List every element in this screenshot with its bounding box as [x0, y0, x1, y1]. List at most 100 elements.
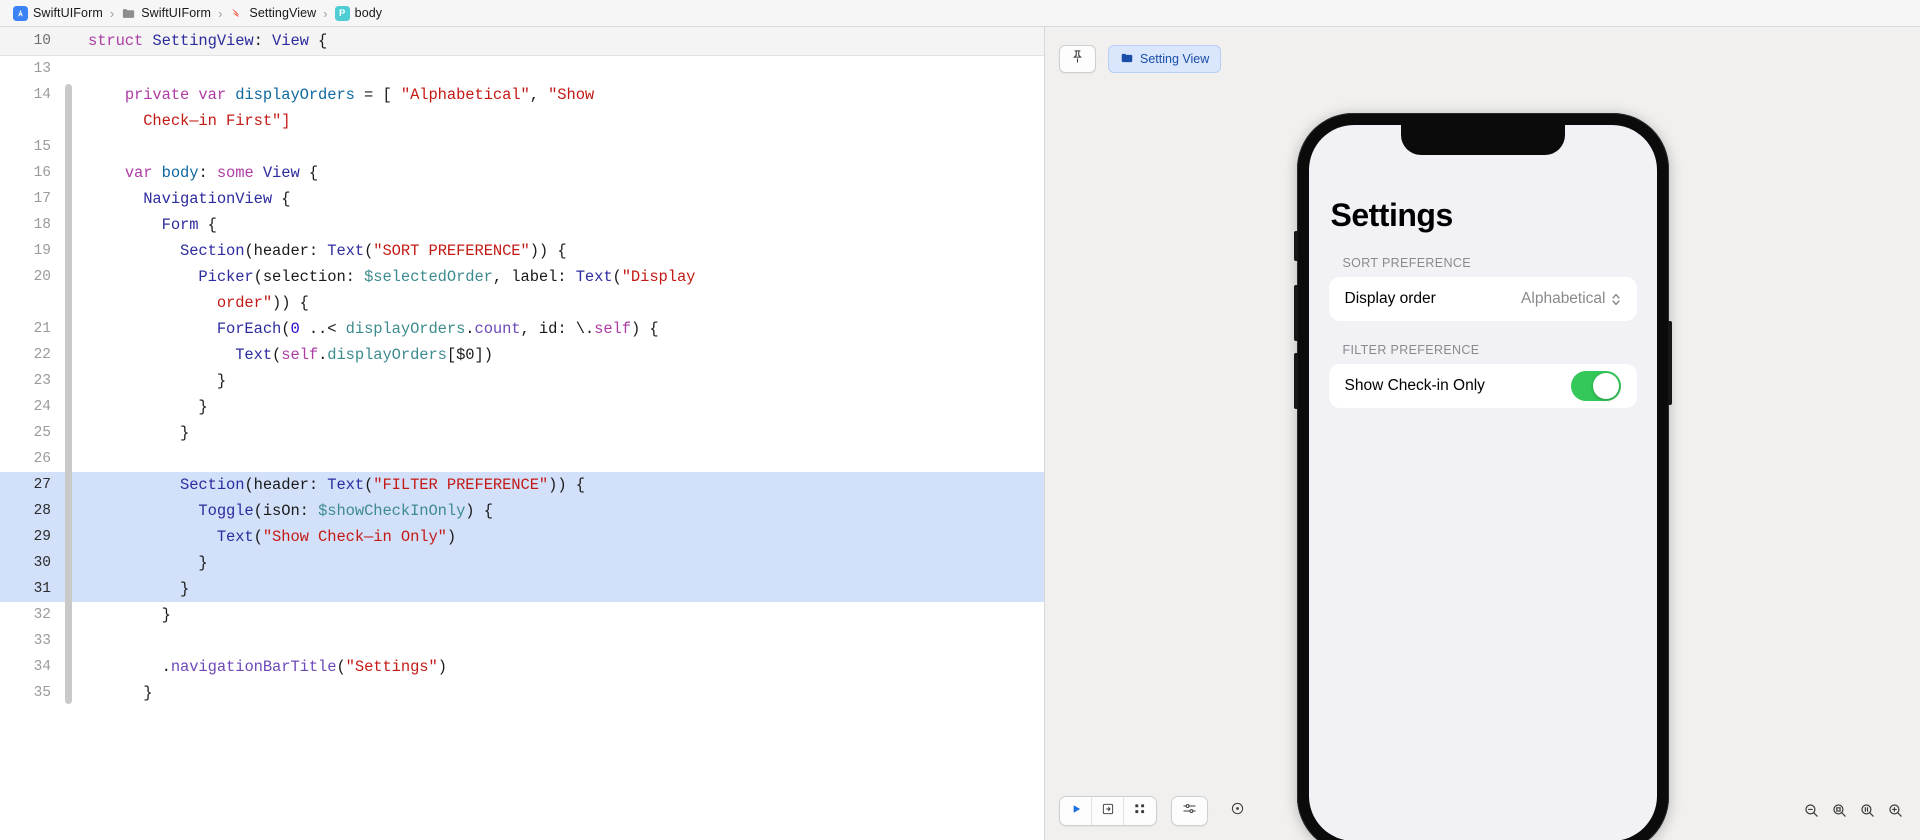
line-number[interactable]: 23 [0, 368, 62, 394]
line-number[interactable]: 14 [0, 82, 62, 108]
code-line[interactable]: 24 } [0, 393, 1044, 421]
zoom-100-button[interactable] [1859, 802, 1876, 824]
code-line[interactable]: 21 ForEach(0 ..< displayOrders.count, id… [0, 315, 1044, 343]
fold-ribbon[interactable] [62, 523, 75, 551]
fold-ribbon[interactable] [62, 601, 75, 629]
line-number[interactable]: 26 [0, 446, 62, 472]
zoom-in-button[interactable] [1887, 802, 1904, 824]
code-line[interactable]: 22 Text(self.displayOrders[$0]) [0, 341, 1044, 369]
line-number[interactable]: 21 [0, 316, 62, 342]
breadcrumb-item-file[interactable]: SettingView [227, 6, 318, 21]
fold-ribbon[interactable] [62, 471, 75, 499]
fold-ribbon[interactable] [62, 263, 75, 291]
fold-ribbon[interactable] [62, 393, 75, 421]
fold-ribbon[interactable] [62, 679, 75, 706]
line-number[interactable]: 32 [0, 602, 62, 628]
line-number[interactable]: 16 [0, 160, 62, 186]
code-line[interactable]: 19 Section(header: Text("SORT PREFERENCE… [0, 237, 1044, 265]
code-line[interactable]: 32 } [0, 601, 1044, 629]
line-number[interactable]: 31 [0, 576, 62, 602]
code-line[interactable]: 14 private var displayOrders = [ "Alphab… [0, 82, 1044, 109]
code-line[interactable]: 28 Toggle(isOn: $showCheckInOnly) { [0, 497, 1044, 525]
line-number[interactable]: 24 [0, 394, 62, 420]
line-number[interactable]: 29 [0, 524, 62, 550]
breadcrumb-item-project[interactable]: SwiftUIForm [11, 5, 105, 21]
toggle-switch[interactable] [1570, 371, 1621, 401]
line-number[interactable] [0, 108, 62, 134]
code-line[interactable]: 15 [0, 133, 1044, 161]
fold-ribbon[interactable] [62, 159, 75, 187]
fold-ribbon[interactable] [62, 497, 75, 525]
fold-ribbon[interactable] [62, 575, 75, 603]
live-preview-button[interactable] [1092, 797, 1124, 825]
breadcrumb-item-folder[interactable]: SwiftUIForm [119, 6, 213, 21]
code-line[interactable]: 13 [0, 56, 1044, 82]
pin-preview-button[interactable] [1059, 45, 1096, 73]
code-line[interactable]: 20 Picker(selection: $selectedOrder, lab… [0, 263, 1044, 291]
breadcrumb-item-symbol[interactable]: P body [333, 5, 385, 21]
fold-ribbon[interactable] [62, 341, 75, 369]
line-number[interactable]: 18 [0, 212, 62, 238]
fold-ribbon[interactable] [62, 133, 75, 161]
line-number[interactable]: 27 [0, 472, 62, 498]
play-preview-button[interactable] [1060, 797, 1092, 825]
fold-ribbon[interactable] [62, 237, 75, 265]
source-editor[interactable]: 10 struct SettingView: View { 13 14 priva… [0, 27, 1044, 840]
fold-ribbon[interactable] [62, 82, 75, 109]
code-line[interactable]: 17 NavigationView { [0, 185, 1044, 213]
preview-canvas[interactable]: Setting View Settings SORT PREFERENCE Di… [1045, 27, 1920, 840]
fold-ribbon[interactable] [62, 367, 75, 395]
line-number[interactable]: 30 [0, 550, 62, 576]
preview-variants-button[interactable] [1124, 797, 1156, 825]
code-line[interactable]: 33 [0, 627, 1044, 655]
line-number[interactable]: 15 [0, 134, 62, 160]
code-line[interactable]: 29 Text("Show Check—in Only") [0, 523, 1044, 551]
code-line[interactable]: Check—in First"] [0, 107, 1044, 135]
fold-ribbon[interactable] [62, 289, 75, 317]
zoom-out-button[interactable] [1803, 802, 1820, 824]
fold-ribbon[interactable] [62, 653, 75, 681]
line-number[interactable]: 22 [0, 342, 62, 368]
code-line[interactable]: 35 } [0, 679, 1044, 706]
code-line[interactable]: 18 Form { [0, 211, 1044, 239]
fold-ribbon[interactable] [62, 549, 75, 577]
line-number[interactable]: 13 [0, 56, 62, 82]
line-number[interactable]: 17 [0, 186, 62, 212]
zoom-fit-button[interactable] [1831, 802, 1848, 824]
line-number[interactable]: 20 [0, 264, 62, 290]
code-line[interactable]: 25 } [0, 419, 1044, 447]
line-number[interactable]: 19 [0, 238, 62, 264]
fold-ribbon[interactable] [62, 107, 75, 135]
code-line[interactable]: 34 .navigationBarTitle("Settings") [0, 653, 1044, 681]
fold-ribbon[interactable] [62, 185, 75, 213]
code-line[interactable]: 31 } [0, 575, 1044, 603]
fold-ribbon[interactable] [62, 211, 75, 239]
line-number[interactable]: 28 [0, 498, 62, 524]
fold-ribbon[interactable] [62, 56, 75, 82]
code-line[interactable]: 30 } [0, 549, 1044, 577]
preview-name-chip[interactable]: Setting View [1108, 45, 1222, 73]
fold-ribbon[interactable] [62, 315, 75, 343]
row-show-checkin-only[interactable]: Show Check-in Only [1329, 364, 1637, 408]
fold-ribbon[interactable] [62, 627, 75, 655]
fold-ribbon[interactable] [62, 419, 75, 447]
code-line[interactable]: order")) { [0, 289, 1044, 317]
device-preview[interactable]: Settings SORT PREFERENCE Display order A… [1293, 113, 1672, 840]
inspect-button[interactable] [1222, 796, 1252, 826]
code-lines[interactable]: 13 14 private var displayOrders = [ "Alph… [0, 56, 1044, 840]
fold-ribbon[interactable] [62, 445, 75, 473]
line-number[interactable]: 25 [0, 420, 62, 446]
code-line[interactable]: 23 } [0, 367, 1044, 395]
device-settings-button[interactable] [1171, 796, 1208, 826]
code-line[interactable]: 26 [0, 445, 1044, 473]
row-display-order[interactable]: Display order Alphabetical [1329, 277, 1637, 321]
device-screen[interactable]: Settings SORT PREFERENCE Display order A… [1308, 125, 1657, 840]
code-line[interactable]: 27 Section(header: Text("FILTER PREFEREN… [0, 471, 1044, 499]
line-number[interactable] [0, 290, 62, 316]
line-number[interactable]: 33 [0, 628, 62, 654]
code-token: body [161, 164, 199, 182]
line-number[interactable]: 35 [0, 680, 62, 706]
code-line-text: private var displayOrders = [ "Alphabeti… [75, 82, 1044, 108]
line-number[interactable]: 34 [0, 654, 62, 680]
code-line[interactable]: 16 var body: some View { [0, 159, 1044, 187]
